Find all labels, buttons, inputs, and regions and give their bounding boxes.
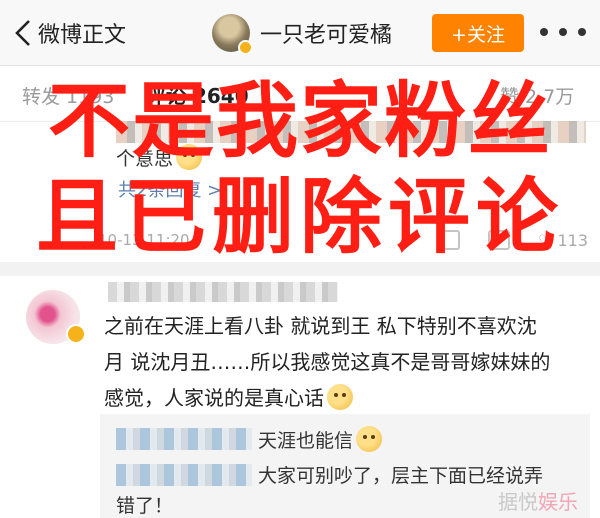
blurred-username — [116, 428, 252, 450]
tab-repost[interactable]: 转发 1193 — [22, 82, 114, 109]
like-count[interactable]: ♡ 113 — [538, 231, 588, 250]
comment-text: 之前在天涯上看八卦 就说到王 私下特别不喜欢沈 月 说沈月丑……所以我感觉这真不… — [104, 314, 551, 410]
verified-badge-icon — [66, 324, 86, 344]
tab-like[interactable]: 赞 2.7万 — [500, 82, 574, 109]
emoji-icon — [327, 384, 353, 410]
more-dots-icon[interactable] — [540, 22, 586, 42]
emoji-icon — [176, 144, 203, 170]
comment-text: 个意思 — [116, 120, 586, 170]
comment-meta: 10-13 11:20 ♡ 113 — [98, 226, 588, 254]
blurred-username — [116, 464, 252, 486]
comment-icon[interactable] — [488, 230, 511, 250]
replies-link[interactable]: 共2条回复 > — [118, 176, 222, 202]
author-avatar — [212, 14, 253, 55]
back-label: 微博正文 — [38, 23, 127, 48]
stats-tabs: 转发 1193 评论 2640 赞 2.7万 — [0, 66, 600, 122]
reply-text: 天涯也能信 — [258, 426, 383, 453]
follow-button[interactable]: +关注 — [432, 14, 524, 52]
chevron-left-icon — [15, 20, 30, 46]
emoji-icon — [356, 426, 383, 452]
author-header[interactable]: 一只老可爱橘 — [212, 12, 393, 55]
blurred-username — [108, 282, 338, 302]
repost-icon[interactable] — [438, 230, 461, 250]
nav-bar: 微博正文 一只老可爱橘 +关注 — [0, 0, 600, 66]
like-icon: ♡ — [538, 230, 558, 250]
verified-badge-icon — [238, 40, 253, 55]
divider — [0, 262, 600, 276]
back-button[interactable]: 微博正文 — [14, 14, 126, 52]
watermark: 据悦娱乐 — [498, 490, 578, 514]
tab-comment[interactable]: 评论 2640 — [146, 80, 249, 109]
author-name: 一只老可爱橘 — [260, 23, 393, 48]
comment-time: 10-13 11:20 — [98, 231, 190, 249]
